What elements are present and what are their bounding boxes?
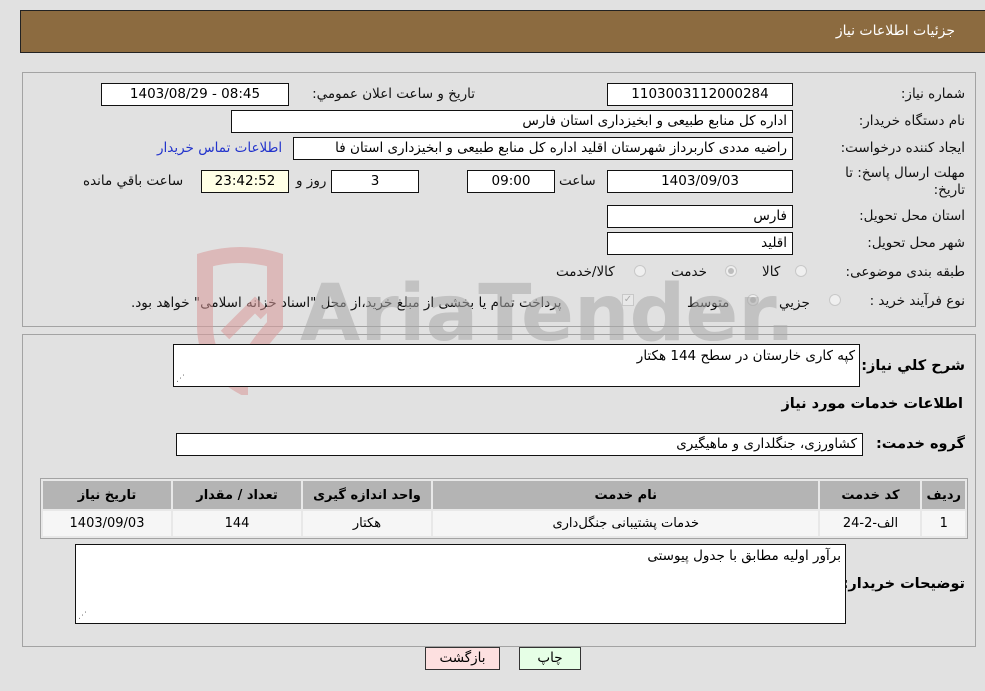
category-option-goods: کالا <box>762 264 781 280</box>
col-row-number: رديف <box>922 481 965 509</box>
category-radio-service[interactable] <box>725 265 737 277</box>
need-number-field: 1103003112000284 <box>607 83 793 106</box>
treasury-checkbox[interactable]: ✓ <box>622 294 634 306</box>
cell-row-number: 1 <box>922 511 965 536</box>
summary-label: شرح كلي نياز: <box>861 358 965 374</box>
deadline-label: مهلت ارسال پاسخ: تا تاریخ: <box>845 165 965 198</box>
page-header: جزئیات اطلاعات نیاز <box>20 10 985 53</box>
back-button[interactable]: بازگشت <box>425 647 500 670</box>
category-option-service: خدمت <box>671 264 707 280</box>
services-table: رديف كد خدمت نام خدمت واحد اندازه گيری ت… <box>40 478 968 539</box>
buyer-notes-text: برآور اولیه مطابق با جدول پیوستی <box>647 548 841 564</box>
process-option-minor: جزيي <box>779 295 810 311</box>
buyer-notes-textarea[interactable]: برآور اولیه مطابق با جدول پیوستی ⋰ <box>75 544 846 624</box>
city-field: اقلید <box>607 232 793 255</box>
treasury-note: پرداخت تمام یا بخشی از مبلغ خرید،از محل … <box>131 295 562 311</box>
category-radio-goods[interactable] <box>795 265 807 277</box>
province-label: استان محل تحویل: <box>859 208 965 224</box>
category-option-goods-service: کالا/خدمت <box>556 264 615 280</box>
resize-grip-icon[interactable]: ⋰ <box>176 375 185 384</box>
col-service-code: كد خدمت <box>820 481 921 509</box>
print-button[interactable]: چاپ <box>519 647 581 670</box>
col-unit: واحد اندازه گيری <box>303 481 431 509</box>
buyer-contact-link[interactable]: اطلاعات تماس خریدار <box>157 140 282 156</box>
table-header-row: رديف كد خدمت نام خدمت واحد اندازه گيری ت… <box>43 481 965 509</box>
service-group-label: گروه خدمت: <box>875 436 965 452</box>
summary-textarea[interactable]: کپه کاری خارستان در سطح 144 هکتار ⋰ <box>173 344 860 387</box>
announce-label: تاریخ و ساعت اعلان عمومي: <box>312 86 475 102</box>
col-need-date: تاريخ نياز <box>43 481 171 509</box>
col-quantity: تعداد / مقدار <box>173 481 301 509</box>
cell-service-code: الف-2-24 <box>820 511 921 536</box>
summary-text: کپه کاری خارستان در سطح 144 هکتار <box>636 348 855 364</box>
process-radio-medium[interactable] <box>747 294 759 306</box>
cell-service-name: خدمات پشتیبانی جنگل‌داری <box>433 511 819 536</box>
deadline-time-label: ساعت <box>559 173 596 189</box>
announce-datetime-field: 1403/08/29 - 08:45 <box>101 83 289 106</box>
service-group-field: کشاورزی، جنگلداری و ماهیگیری <box>176 433 863 456</box>
category-radio-goods-service[interactable] <box>634 265 646 277</box>
cell-need-date: 1403/09/03 <box>43 511 171 536</box>
page-title: جزئیات اطلاعات نیاز <box>835 23 955 39</box>
cell-unit: هکتار <box>303 511 431 536</box>
need-number-label: شماره نیاز: <box>900 86 965 102</box>
buyer-org-label: نام دستگاه خریدار: <box>858 113 965 129</box>
creator-field: راضیه مددی کاربرداز شهرستان اقلید اداره … <box>293 137 793 160</box>
col-service-name: نام خدمت <box>433 481 819 509</box>
province-field: فارس <box>607 205 793 228</box>
days-label: روز و <box>296 173 327 189</box>
deadline-time-field: 09:00 <box>467 170 555 193</box>
days-remaining-field: 3 <box>331 170 419 193</box>
table-row: 1 الف-2-24 خدمات پشتیبانی جنگل‌داری هکتا… <box>43 511 965 536</box>
deadline-date-field: 1403/09/03 <box>607 170 793 193</box>
category-label: طبقه بندی موضوعی: <box>845 264 965 280</box>
time-remaining-label: ساعت باقي مانده <box>83 173 184 189</box>
city-label: شهر محل تحویل: <box>867 235 965 251</box>
time-remaining-field: 23:42:52 <box>201 170 289 193</box>
creator-label: ایجاد کننده درخواست: <box>840 140 965 156</box>
buyer-org-field: اداره کل منابع طبیعی و ابخیزداری استان ف… <box>231 110 793 133</box>
buyer-notes-label: توضیحات خریدار: <box>842 576 965 592</box>
process-label: نوع فرآیند خرید : <box>869 293 965 309</box>
process-radio-minor[interactable] <box>829 294 841 306</box>
resize-grip-icon[interactable]: ⋰ <box>78 612 87 621</box>
services-heading: اطلاعات خدمات مورد نياز <box>781 396 963 412</box>
cell-quantity: 144 <box>173 511 301 536</box>
process-option-medium: متوسط <box>687 295 730 311</box>
